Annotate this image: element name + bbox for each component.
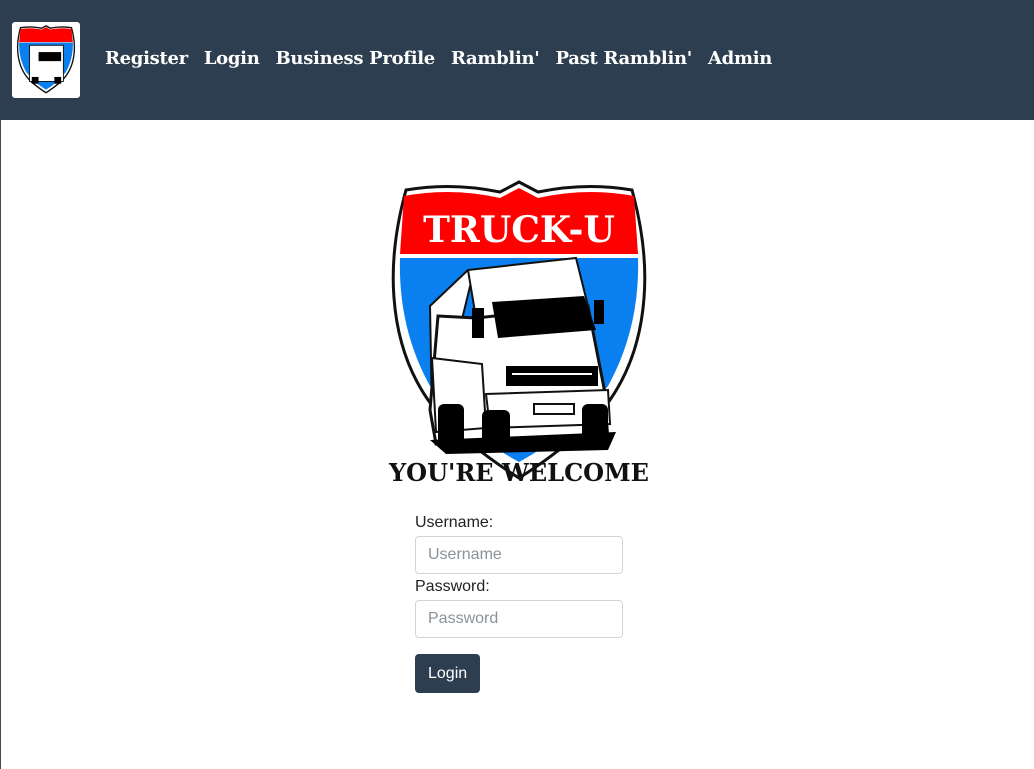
nav-logo-link[interactable] — [12, 22, 80, 98]
nav-link-past-ramblin[interactable]: Past Ramblin' — [556, 44, 693, 74]
nav-link-admin[interactable]: Admin — [708, 44, 772, 74]
logo-title: TRUCK-U — [423, 209, 615, 251]
hero-logo: TRUCK-U YOU'RE WELCOME — [386, 178, 652, 488]
nav-link-register[interactable]: Register — [105, 44, 188, 74]
username-label: Username: — [415, 514, 494, 531]
login-submit-button[interactable]: Login — [415, 654, 481, 693]
nav-link-login[interactable]: Login — [204, 44, 260, 74]
nav-link-ramblin[interactable]: Ramblin' — [451, 44, 540, 74]
login-form: Username: Password: Login — [415, 513, 623, 693]
logo-tagline: YOU'RE WELCOME — [388, 458, 649, 487]
top-navbar: Register Login Business Profile Ramblin'… — [0, 0, 1034, 120]
password-label: Password: — [415, 578, 490, 595]
page-left-border — [0, 120, 1, 769]
password-input[interactable] — [415, 600, 623, 638]
username-input[interactable] — [415, 536, 623, 574]
truck-u-logo-small — [16, 25, 76, 94]
truck-u-shield-logo: TRUCK-U YOU'RE WELCOME — [388, 180, 649, 487]
nav-link-business-profile[interactable]: Business Profile — [276, 44, 436, 74]
main-nav: Register Login Business Profile Ramblin'… — [105, 44, 772, 74]
